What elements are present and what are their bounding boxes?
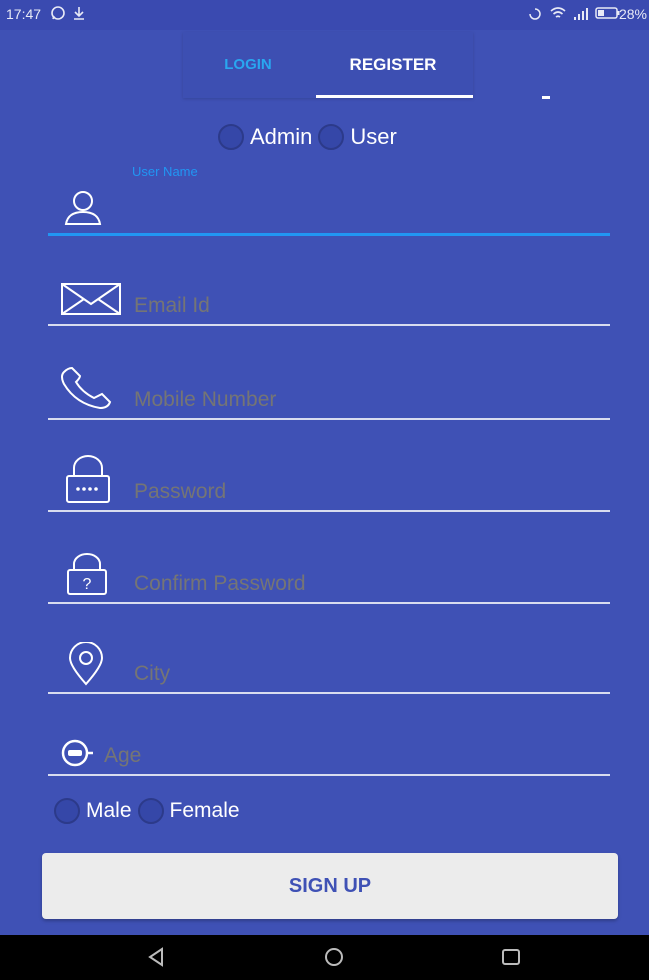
- city-input[interactable]: [134, 662, 594, 686]
- status-time: 17:47: [6, 6, 42, 22]
- male-radio-label: Male: [86, 799, 132, 822]
- envelope-icon: [61, 283, 121, 315]
- status-bar: 17:47 28%: [0, 0, 649, 30]
- sign-up-button[interactable]: SIGN UP: [42, 853, 618, 919]
- alarm-icon: [529, 8, 541, 20]
- download-icon: [74, 7, 84, 20]
- svg-text:?: ?: [83, 576, 92, 593]
- signal-icon: [574, 8, 588, 20]
- battery-icon: [595, 7, 620, 19]
- lock-icon: [66, 455, 110, 503]
- back-icon[interactable]: [146, 945, 166, 969]
- city-underline: [48, 692, 610, 694]
- female-radio[interactable]: [137, 798, 164, 824]
- confirm-password-field: ?: [48, 544, 610, 604]
- age-underline: [48, 774, 610, 776]
- password-input[interactable]: [134, 480, 594, 504]
- admin-radio[interactable]: [218, 124, 244, 150]
- active-tab-indicator: [316, 95, 473, 98]
- email-field: [48, 266, 610, 326]
- location-pin-icon: [68, 642, 104, 686]
- city-field: [48, 634, 610, 694]
- home-icon[interactable]: [322, 945, 346, 969]
- role-radio-group: Admin User: [218, 124, 403, 150]
- username-underline: [48, 233, 610, 236]
- lock-question-icon: ?: [67, 553, 107, 595]
- recents-icon[interactable]: [500, 945, 522, 969]
- tab-register[interactable]: REGISTER: [313, 32, 473, 98]
- username-input[interactable]: [134, 204, 594, 228]
- user-icon: [64, 191, 102, 225]
- password-underline: [48, 510, 610, 512]
- email-input[interactable]: [134, 294, 594, 318]
- confirm-password-underline: [48, 602, 610, 604]
- email-underline: [48, 324, 610, 326]
- gender-radio-group: Male Female: [54, 798, 246, 824]
- female-radio-label: Female: [169, 799, 240, 822]
- male-radio[interactable]: [54, 798, 80, 824]
- age-field: [48, 716, 610, 776]
- decorative-dash: [542, 96, 550, 99]
- android-nav-bar: [0, 935, 649, 980]
- auth-tabs: LOGIN REGISTER: [183, 32, 473, 98]
- tab-login[interactable]: LOGIN: [183, 32, 313, 98]
- whatsapp-icon: [51, 6, 65, 20]
- battery-percent: 28%: [618, 6, 647, 22]
- wifi-icon: [550, 7, 566, 18]
- age-input[interactable]: [104, 744, 564, 768]
- username-field: [48, 176, 610, 236]
- password-field: [48, 452, 610, 512]
- mobile-underline: [48, 418, 610, 420]
- confirm-password-input[interactable]: [134, 572, 594, 596]
- user-radio-label: User: [350, 124, 397, 149]
- mobile-field: [48, 360, 610, 420]
- user-radio[interactable]: [318, 124, 345, 150]
- age-icon: [61, 739, 93, 767]
- phone-icon: [61, 366, 112, 410]
- mobile-input[interactable]: [134, 388, 594, 412]
- admin-radio-label: Admin: [250, 124, 313, 149]
- register-screen: 17:47 28% LOGIN REGISTER Admin User User…: [0, 0, 649, 980]
